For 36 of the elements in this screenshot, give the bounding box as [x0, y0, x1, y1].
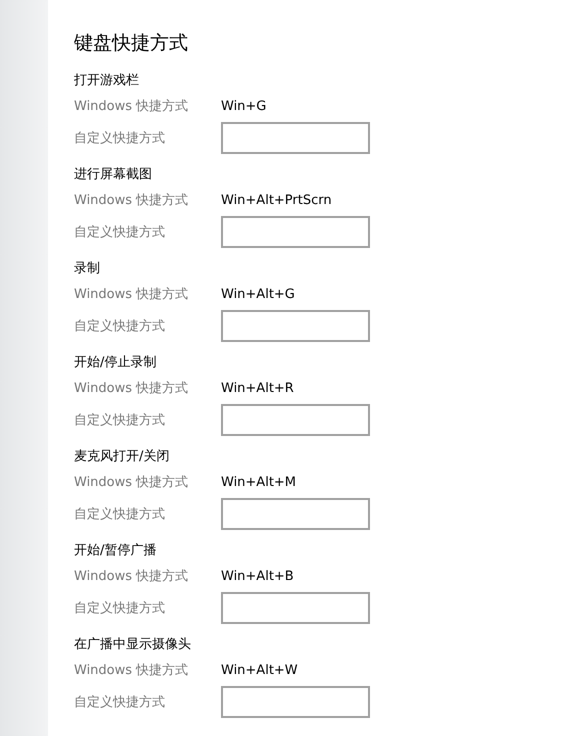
section-heading: 麦克风打开/关闭: [74, 448, 170, 466]
shortcut-value: Win+Alt+R: [221, 380, 294, 396]
section-heading: 录制: [74, 260, 100, 278]
section-heading: 进行屏幕截图: [74, 166, 152, 184]
custom-shortcut-field[interactable]: [221, 404, 370, 436]
shortcut-label: Windows 快捷方式: [74, 568, 190, 585]
shortcut-value: Win+Alt+G: [221, 286, 295, 302]
shortcut-value: Win+Alt+PrtScrn: [221, 192, 332, 208]
shortcut-value: Win+Alt+W: [221, 662, 298, 678]
shortcut-label: Windows 快捷方式: [74, 662, 190, 679]
custom-shortcut-field[interactable]: [221, 216, 370, 248]
custom-label: 自定义快捷方式: [74, 318, 166, 335]
shortcut-value: Win+Alt+M: [221, 474, 296, 490]
custom-label: 自定义快捷方式: [74, 506, 166, 523]
section-heading: 打开游戏栏: [74, 72, 139, 90]
section-heading: 开始/暂停广播: [74, 542, 156, 560]
shortcut-label: Windows 快捷方式: [74, 474, 190, 491]
custom-label: 自定义快捷方式: [74, 130, 166, 147]
custom-shortcut-field[interactable]: [221, 310, 370, 342]
custom-shortcut-field[interactable]: [221, 122, 370, 154]
shortcut-label: Windows 快捷方式: [74, 380, 190, 397]
custom-shortcut-field[interactable]: [221, 592, 370, 624]
custom-label: 自定义快捷方式: [74, 224, 166, 241]
shortcut-value: Win+Alt+B: [221, 568, 294, 584]
shortcut-value: Win+G: [221, 98, 266, 114]
custom-label: 自定义快捷方式: [74, 412, 166, 429]
shortcut-label: Windows 快捷方式: [74, 192, 190, 209]
custom-shortcut-field[interactable]: [221, 498, 370, 530]
section-heading: 在广播中显示摄像头: [74, 636, 191, 654]
custom-label: 自定义快捷方式: [74, 600, 166, 617]
shortcut-label: Windows 快捷方式: [74, 98, 190, 115]
custom-label: 自定义快捷方式: [74, 694, 166, 711]
section-heading: 开始/停止录制: [74, 354, 156, 372]
custom-shortcut-field[interactable]: [221, 686, 370, 718]
page-title: 键盘快捷方式: [74, 31, 188, 56]
shortcut-label: Windows 快捷方式: [74, 286, 190, 303]
